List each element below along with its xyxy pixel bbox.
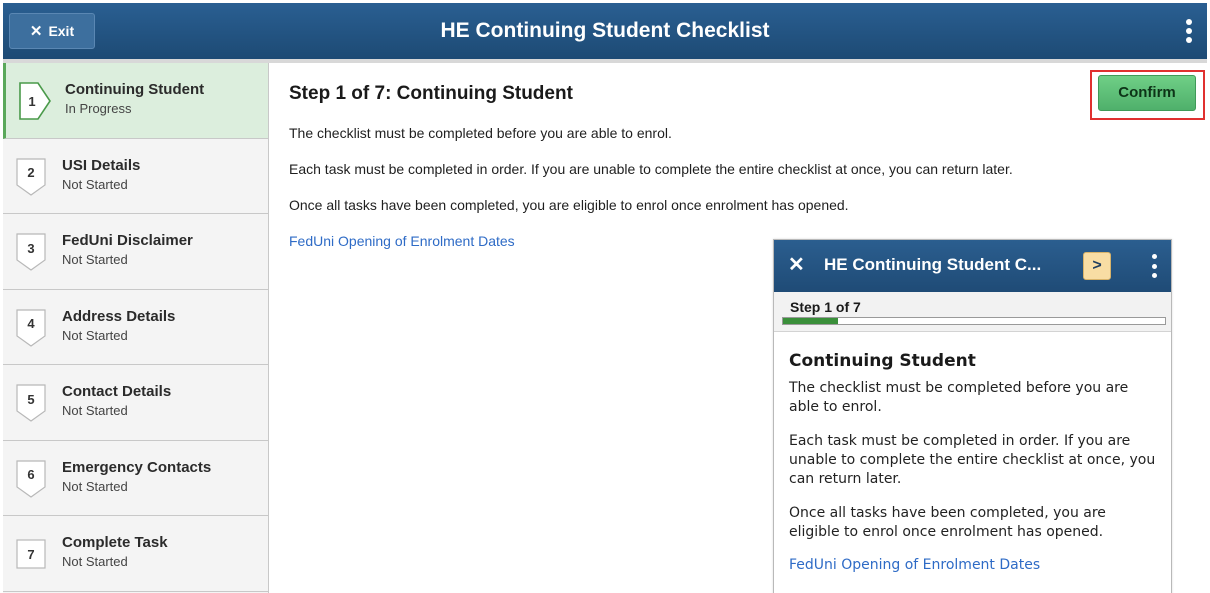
sidebar-step-6[interactable]: 6 Emergency Contacts Not Started: [3, 440, 268, 516]
step-title: Emergency Contacts: [62, 458, 212, 476]
exit-button[interactable]: ✕ Exit: [9, 13, 95, 49]
next-step-button[interactable]: >: [1083, 252, 1111, 280]
enrolment-dates-link[interactable]: FedUni Opening of Enrolment Dates: [289, 233, 515, 249]
sidebar-step-5[interactable]: 5 Contact Details Not Started: [3, 365, 268, 441]
step-number: 5: [27, 391, 35, 407]
instruction-text: The checklist must be completed before y…: [289, 125, 672, 141]
step-chevron-icon: 2: [16, 157, 50, 196]
mobile-body: Continuing Student The checklist must be…: [789, 351, 1159, 573]
sidebar-step-7[interactable]: 7 Complete Task Not Started: [3, 516, 268, 592]
step-status: Not Started: [62, 478, 128, 494]
sidebar-step-3[interactable]: 3 FedUni Disclaimer Not Started: [3, 214, 268, 290]
confirm-button[interactable]: Confirm: [1098, 75, 1196, 111]
step-indicator: Step 1 of 7: [790, 299, 861, 315]
step-status: Not Started: [62, 176, 128, 192]
step-number: 7: [27, 546, 35, 562]
progress-fill: [783, 318, 838, 324]
step-arrow-icon: 1: [19, 82, 53, 120]
sidebar-step-1[interactable]: 1 Continuing Student In Progress: [3, 63, 268, 139]
step-title: Continuing Student: [65, 81, 205, 98]
mobile-step-bar: Step 1 of 7: [774, 292, 1171, 332]
mobile-title: HE Continuing Student C...: [824, 255, 1042, 274]
progress-bar: [782, 317, 1166, 325]
step-number: 4: [27, 316, 35, 331]
step-number: 1: [28, 93, 36, 109]
step-number: 2: [27, 165, 35, 180]
step-heading: Step 1 of 7: Continuing Student: [289, 83, 573, 104]
step-number: 3: [27, 240, 35, 256]
kebab-menu-icon[interactable]: [1149, 252, 1159, 280]
step-chevron-icon: 5: [16, 384, 50, 422]
step-status: Not Started: [62, 327, 128, 343]
step-title: Address Details: [62, 307, 176, 325]
mobile-instruction-text: The checklist must be completed before y…: [789, 380, 1129, 415]
mobile-preview: ✕ HE Continuing Student C... > Step 1 of…: [773, 239, 1172, 593]
mobile-instruction-text: Once all tasks have been completed, you …: [789, 505, 1106, 540]
mobile-instruction-text: Each task must be completed in order. If…: [789, 433, 1156, 487]
instruction-text: Each task must be completed in order. If…: [289, 161, 1013, 177]
sidebar-step-4[interactable]: 4 Address Details Not Started: [3, 289, 268, 365]
mobile-header: ✕ HE Continuing Student C... >: [774, 240, 1171, 292]
step-title: FedUni Disclaimer: [62, 232, 193, 249]
exit-label: Exit: [48, 23, 75, 39]
mobile-step-heading: Continuing Student: [789, 351, 976, 371]
checklist-sidebar: 1 Continuing Student In Progress 2 USI D…: [3, 63, 269, 593]
kebab-menu-icon[interactable]: [1181, 15, 1197, 47]
step-status: Not Started: [62, 252, 128, 267]
step-title: Complete Task: [62, 534, 168, 551]
step-square-icon: 7: [16, 535, 50, 573]
step-chevron-icon: 6: [16, 459, 50, 498]
step-title: USI Details: [62, 156, 141, 174]
close-icon: ✕: [29, 23, 43, 40]
mobile-enrolment-dates-link[interactable]: FedUni Opening of Enrolment Dates: [789, 557, 1159, 573]
step-chevron-icon: 3: [16, 233, 50, 271]
step-status: Not Started: [62, 554, 128, 569]
step-title: Contact Details: [62, 383, 172, 400]
step-chevron-icon: 4: [16, 308, 50, 347]
page-title: HE Continuing Student Checklist: [440, 19, 770, 42]
step-number: 6: [27, 467, 35, 482]
step-status: Not Started: [62, 403, 128, 418]
sidebar-step-2[interactable]: 2 USI Details Not Started: [3, 138, 268, 214]
step-status: In Progress: [65, 101, 132, 116]
header-bar: ✕ Exit HE Continuing Student Checklist: [3, 3, 1207, 59]
close-icon[interactable]: ✕: [788, 252, 805, 277]
instruction-text: Once all tasks have been completed, you …: [289, 197, 849, 213]
